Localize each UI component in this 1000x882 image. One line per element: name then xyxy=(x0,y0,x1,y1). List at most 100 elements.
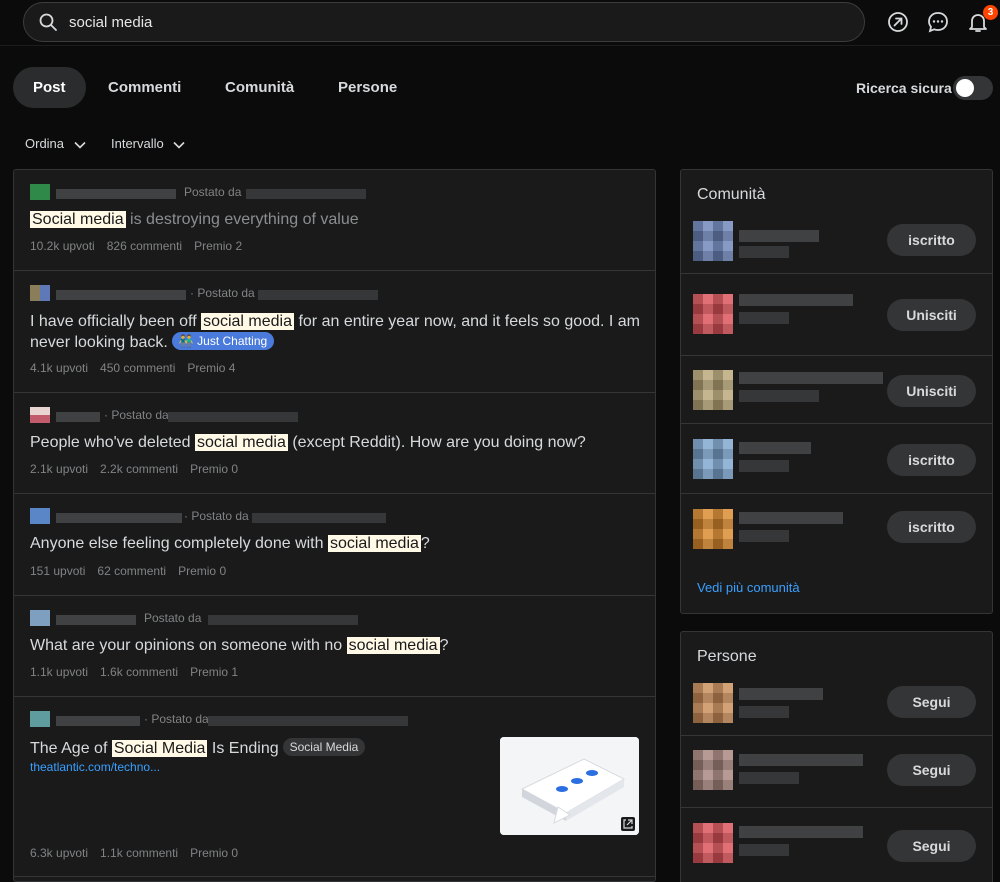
redacted-name xyxy=(739,512,843,524)
redacted-name xyxy=(739,230,819,242)
safe-search-toggle[interactable] xyxy=(953,76,993,100)
community-row[interactable]: iscritto xyxy=(681,494,992,560)
redacted-user xyxy=(246,189,366,199)
post-stats: 151 upvoti 62 commenti Premio 0 xyxy=(30,564,238,578)
search-icon xyxy=(39,13,57,31)
community-avatar xyxy=(693,509,733,549)
post-title[interactable]: What are your opinions on someone with n… xyxy=(30,636,640,656)
community-row[interactable]: iscritto xyxy=(681,424,992,494)
redacted-meta xyxy=(739,530,789,542)
chat-icon[interactable] xyxy=(926,10,950,34)
comments-count: 1.1k commenti xyxy=(100,846,179,860)
posted-by-label: · Postato da xyxy=(184,509,249,523)
post-title[interactable]: I have officially been off social media … xyxy=(30,312,640,353)
post-thumbnail[interactable] xyxy=(500,737,639,835)
post-title[interactable]: People who've deleted social media (exce… xyxy=(30,433,640,453)
posted-by-label: Postato da xyxy=(144,611,202,625)
awards: Premio 0 xyxy=(178,564,227,578)
community-avatar xyxy=(30,508,50,524)
people-icon: 👬 xyxy=(178,334,198,348)
community-avatar xyxy=(30,610,50,626)
redacted-meta xyxy=(739,772,799,784)
comments-count: 826 commenti xyxy=(106,239,183,253)
redacted-meta xyxy=(739,844,789,856)
post-stats: 2.1k upvoti 2.2k commenti Premio 0 xyxy=(30,462,250,476)
awards: Premio 1 xyxy=(190,665,239,679)
community-avatar xyxy=(693,294,733,334)
see-more-communities-link[interactable]: Vedi più comunità xyxy=(697,580,800,595)
person-row[interactable]: Segui xyxy=(681,808,992,882)
redacted-user xyxy=(208,716,408,726)
tab-comunita[interactable]: Comunità xyxy=(205,67,314,108)
people-title: Persone xyxy=(697,648,757,665)
flair-social-media: Social Media xyxy=(282,738,366,756)
post-title[interactable]: Social media is destroying everything of… xyxy=(30,210,640,230)
redacted-community xyxy=(56,412,100,422)
post-item[interactable]: · Postato da The Age of Social Media Is … xyxy=(14,697,655,877)
join-button[interactable]: iscritto xyxy=(887,511,976,543)
upvotes: 6.3k upvoti xyxy=(30,846,89,860)
redacted-meta xyxy=(739,312,789,324)
post-item[interactable]: · Postato da People who've deleted socia… xyxy=(14,393,655,494)
redacted-name xyxy=(739,754,863,766)
flair-just-chatting: 👬 Just Chatting xyxy=(171,332,275,350)
community-avatar xyxy=(30,184,50,200)
communities-panel: Comunità iscritto Unisciti Unisciti iscr… xyxy=(680,169,993,614)
communities-title: Comunità xyxy=(697,186,766,203)
tab-post[interactable]: Post xyxy=(13,67,86,108)
join-button[interactable]: Unisciti xyxy=(887,299,976,331)
community-row[interactable]: iscritto xyxy=(681,216,992,274)
person-avatar xyxy=(693,750,733,790)
person-row[interactable]: Segui xyxy=(681,678,992,736)
join-button[interactable]: iscritto xyxy=(887,444,976,476)
person-avatar xyxy=(693,823,733,863)
post-list: Postato da Social media is destroying ev… xyxy=(13,169,656,882)
upvotes: 1.1k upvoti xyxy=(30,665,89,679)
sort-dropdown[interactable]: Ordina xyxy=(25,136,86,151)
popular-arrow-icon[interactable] xyxy=(886,10,910,34)
post-item[interactable]: · Postato da Anyone else feeling complet… xyxy=(14,494,655,596)
community-avatar xyxy=(30,711,50,727)
posted-by-label: · Postato da xyxy=(144,712,209,726)
upvotes: 151 upvoti xyxy=(30,564,86,578)
post-title[interactable]: The Age of Social Media Is Ending Social … xyxy=(30,738,490,759)
post-item[interactable]: · Postato da I have officially been off … xyxy=(14,271,655,393)
follow-button[interactable]: Segui xyxy=(887,830,976,862)
post-item[interactable]: Postato da What are your opinions on som… xyxy=(14,596,655,697)
external-link-icon[interactable] xyxy=(621,817,635,831)
post-stats: 4.1k upvoti 450 commenti Premio 4 xyxy=(30,361,247,375)
redacted-name xyxy=(739,688,823,700)
external-link[interactable]: theatlantic.com/techno... xyxy=(30,760,160,774)
awards: Premio 0 xyxy=(190,846,239,860)
community-row[interactable]: Unisciti xyxy=(681,274,992,356)
posted-by-label: · Postato da xyxy=(104,408,169,422)
tab-commenti[interactable]: Commenti xyxy=(88,67,201,108)
comments-count: 1.6k commenti xyxy=(100,665,179,679)
sort-label: Ordina xyxy=(25,136,65,151)
redacted-community xyxy=(56,513,182,523)
join-button[interactable]: Unisciti xyxy=(887,375,976,407)
top-bar: social media 3 xyxy=(0,0,1000,46)
chevron-down-icon xyxy=(173,141,185,149)
tab-persone[interactable]: Persone xyxy=(318,67,417,108)
redacted-community xyxy=(56,189,176,199)
redacted-user xyxy=(168,412,298,422)
chat-bubble-image xyxy=(500,737,639,835)
redacted-user xyxy=(208,615,358,625)
post-title[interactable]: Anyone else feeling completely done with… xyxy=(30,534,640,554)
comments-count: 450 commenti xyxy=(100,361,176,375)
join-button[interactable]: iscritto xyxy=(887,224,976,256)
interval-label: Intervallo xyxy=(111,136,164,151)
comments-count: 2.2k commenti xyxy=(100,462,179,476)
redacted-meta xyxy=(739,390,819,402)
awards: Premio 2 xyxy=(194,239,243,253)
redacted-community xyxy=(56,290,186,300)
community-row[interactable]: Unisciti xyxy=(681,356,992,424)
follow-button[interactable]: Segui xyxy=(887,754,976,786)
person-row[interactable]: Segui xyxy=(681,736,992,808)
interval-dropdown[interactable]: Intervallo xyxy=(111,136,185,151)
search-input[interactable]: social media xyxy=(69,14,152,31)
follow-button[interactable]: Segui xyxy=(887,686,976,718)
search-bar[interactable]: social media xyxy=(23,2,865,42)
post-item[interactable]: Postato da Social media is destroying ev… xyxy=(14,170,655,271)
